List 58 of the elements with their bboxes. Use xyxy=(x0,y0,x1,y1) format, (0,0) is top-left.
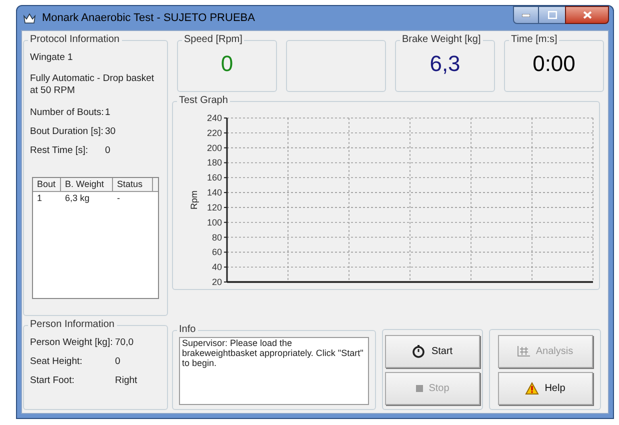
close-icon xyxy=(582,11,592,19)
group-title: Protocol Information xyxy=(29,35,120,45)
info-field[interactable]: Supervisor: Please load the brakeweightbasket appropriately. Click "Start" to begin. xyxy=(179,337,369,405)
close-button[interactable] xyxy=(565,6,609,24)
column-header[interactable]: Bout xyxy=(33,178,61,192)
column-header[interactable]: Status xyxy=(113,178,153,192)
group-title: Person Information xyxy=(29,320,116,330)
crown-icon xyxy=(23,12,36,24)
field-label: Seat Height: xyxy=(30,355,84,370)
help-button[interactable]: Help xyxy=(498,372,592,404)
field-value: 30 xyxy=(105,124,116,139)
warning-help-icon xyxy=(524,382,539,394)
y-tick-label: 200 xyxy=(206,142,222,153)
group-title: Time [m:s] xyxy=(510,35,558,45)
column-header[interactable]: B. Weight xyxy=(61,178,113,192)
y-tick-label: 140 xyxy=(206,188,222,198)
minimize-button[interactable] xyxy=(513,6,539,24)
field-label: Bout Duration [s]: xyxy=(30,124,104,139)
group-title: Test Graph xyxy=(178,96,229,106)
field-value: 0 xyxy=(105,144,110,158)
y-tick-label: 180 xyxy=(206,158,222,168)
group-title: Speed [Rpm] xyxy=(183,35,244,45)
stop-icon xyxy=(416,384,423,392)
maximize-button[interactable] xyxy=(539,6,565,24)
field-value: Right xyxy=(115,374,138,388)
y-tick-label: 240 xyxy=(206,113,222,123)
table-cell-text: - xyxy=(116,192,121,206)
stopwatch-icon xyxy=(412,344,426,358)
table-cell-text: 6,3 kg xyxy=(64,192,91,206)
y-tick-label: 40 xyxy=(212,262,222,272)
field-value: 0 xyxy=(115,355,120,370)
window-title: Monark Anaerobic Test - SUJETO PRUEBA xyxy=(42,10,255,26)
y-tick-label: 80 xyxy=(212,232,222,242)
y-tick-label: 100 xyxy=(206,217,222,228)
y-tick-label: 60 xyxy=(212,247,222,258)
protocol-mode: Fully Automatic - Drop basket at 50 RPM xyxy=(30,73,156,98)
group-title: Brake Weight [kg] xyxy=(401,35,482,45)
group-title: Info xyxy=(178,325,197,335)
field-label: Rest Time [s]: xyxy=(30,144,90,158)
maximize-icon xyxy=(548,11,556,19)
field-label: Number of Bouts: xyxy=(30,106,105,120)
field-value: 70,0 xyxy=(115,336,134,350)
field-value: 1 xyxy=(105,106,110,120)
field-label: Person Weight [kg]: xyxy=(30,336,114,350)
y-tick-label: 220 xyxy=(206,128,222,138)
y-axis-label: Rpm xyxy=(189,190,199,210)
readout-value: 0 xyxy=(220,53,234,75)
y-tick-label: 120 xyxy=(206,202,222,212)
readout-value: 0:00 xyxy=(532,53,576,75)
table-cell-text: 1 xyxy=(36,192,44,206)
y-tick-label: 160 xyxy=(206,172,222,183)
y-tick-label: 20 xyxy=(212,277,222,287)
field-label: Start Foot: xyxy=(30,374,76,388)
minimize-icon xyxy=(522,14,530,16)
chart-icon xyxy=(516,346,530,356)
start-button[interactable]: Start xyxy=(385,334,480,368)
readout-value: 6,3 xyxy=(430,53,460,75)
protocol-name: Wingate 1 xyxy=(30,51,74,65)
